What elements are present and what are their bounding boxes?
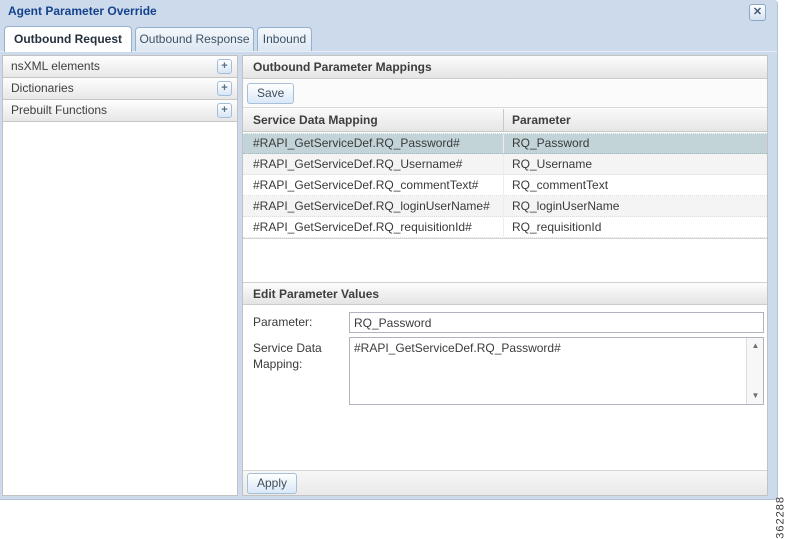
service-data-mapping-field: #RAPI_GetServiceDef.RQ_Password# ▲ ▼ [349,337,764,405]
tab-bar: Outbound Request Outbound Response Inbou… [0,26,777,52]
close-icon: ✕ [752,6,763,18]
mappings-table: #RAPI_GetServiceDef.RQ_Password# RQ_Pass… [243,133,767,239]
tab-label: Inbound [262,32,307,46]
accordion-label: Prebuilt Functions [11,103,108,117]
column-header-service-data-mapping[interactable]: Service Data Mapping [243,109,504,131]
expand-plus-icon[interactable]: + [217,81,232,96]
apply-button[interactable]: Apply [247,473,298,494]
cell-parameter: RQ_Username [512,157,593,171]
dialog-titlebar: Agent Parameter Override ✕ [0,0,777,24]
sidebar-accordion: nsXML elements + Dictionaries + Prebuilt… [2,55,238,496]
column-header-parameter[interactable]: Parameter [504,109,767,131]
cell-parameter: RQ_commentText [512,178,609,192]
sidebar-item-dictionaries[interactable]: Dictionaries + [3,78,237,100]
cell-service-data-mapping: #RAPI_GetServiceDef.RQ_commentText# [243,175,504,195]
sidebar-item-prebuilt-functions[interactable]: Prebuilt Functions + [3,100,237,122]
cell-service-data-mapping: #RAPI_GetServiceDef.RQ_loginUserName# [243,196,504,216]
table-row[interactable]: #RAPI_GetServiceDef.RQ_commentText# RQ_c… [243,175,767,196]
tab-label: Outbound Response [139,32,250,46]
close-button[interactable]: ✕ [749,4,766,21]
save-button[interactable]: Save [247,83,295,104]
table-row[interactable]: #RAPI_GetServiceDef.RQ_Username# RQ_User… [243,154,767,175]
cell-service-data-mapping: #RAPI_GetServiceDef.RQ_Username# [243,154,504,174]
parameter-label: Parameter: [253,315,313,329]
tab-inbound[interactable]: Inbound [257,27,312,51]
table-row[interactable]: #RAPI_GetServiceDef.RQ_Password# RQ_Pass… [243,133,767,154]
tab-outbound-response[interactable]: Outbound Response [135,27,254,51]
edit-parameter-values-title: Edit Parameter Values [243,282,767,305]
tab-outbound-request[interactable]: Outbound Request [4,26,132,52]
footer-bar: Apply [243,470,767,495]
table-row[interactable]: #RAPI_GetServiceDef.RQ_requisitionId# RQ… [243,217,767,238]
expand-plus-icon[interactable]: + [217,59,232,74]
cell-service-data-mapping: #RAPI_GetServiceDef.RQ_Password# [243,134,504,153]
outbound-mappings-panel: Outbound Parameter Mappings Save Service… [242,55,768,496]
service-data-mapping-label: Service Data Mapping: [253,341,322,371]
agent-parameter-override-dialog: Agent Parameter Override ✕ Outbound Requ… [0,0,778,500]
cell-parameter: RQ_loginUserName [512,199,620,213]
service-data-mapping-textarea[interactable]: #RAPI_GetServiceDef.RQ_Password# [350,338,746,404]
panel-title: Outbound Parameter Mappings [243,56,767,79]
parameter-input[interactable] [349,312,764,333]
table-header-row: Service Data Mapping Parameter [243,109,767,132]
table-row[interactable]: #RAPI_GetServiceDef.RQ_loginUserName# RQ… [243,196,767,217]
cell-parameter: RQ_requisitionId [512,220,602,234]
textarea-scrollbar[interactable]: ▲ ▼ [746,338,763,404]
expand-plus-icon[interactable]: + [217,103,232,118]
dialog-title: Agent Parameter Override [8,4,157,18]
cell-service-data-mapping: #RAPI_GetServiceDef.RQ_requisitionId# [243,217,504,237]
cell-parameter: RQ_Password [512,136,590,150]
tab-label: Outbound Request [14,32,122,46]
accordion-label: nsXML elements [11,59,100,73]
sidebar-item-nsxml-elements[interactable]: nsXML elements + [3,56,237,78]
scroll-down-icon[interactable]: ▼ [747,389,764,403]
scroll-up-icon[interactable]: ▲ [747,339,764,353]
accordion-label: Dictionaries [11,81,74,95]
toolbar: Save [243,80,767,108]
figure-number: 362288 [775,496,787,539]
